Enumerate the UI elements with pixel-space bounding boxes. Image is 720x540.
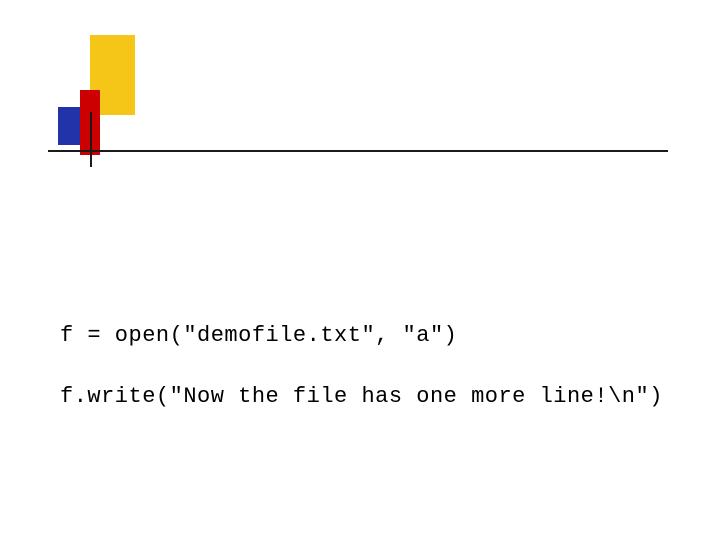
code-snippet: f = open("demofile.txt", "a") f.write("N… xyxy=(60,290,663,444)
divider-vertical xyxy=(90,112,92,167)
slide-logo xyxy=(50,35,150,155)
logo-blue-rect xyxy=(58,107,80,145)
code-line-2: f.write("Now the file has one more line!… xyxy=(60,382,663,413)
code-line-1: f = open("demofile.txt", "a") xyxy=(60,321,663,352)
divider-horizontal xyxy=(48,150,668,152)
